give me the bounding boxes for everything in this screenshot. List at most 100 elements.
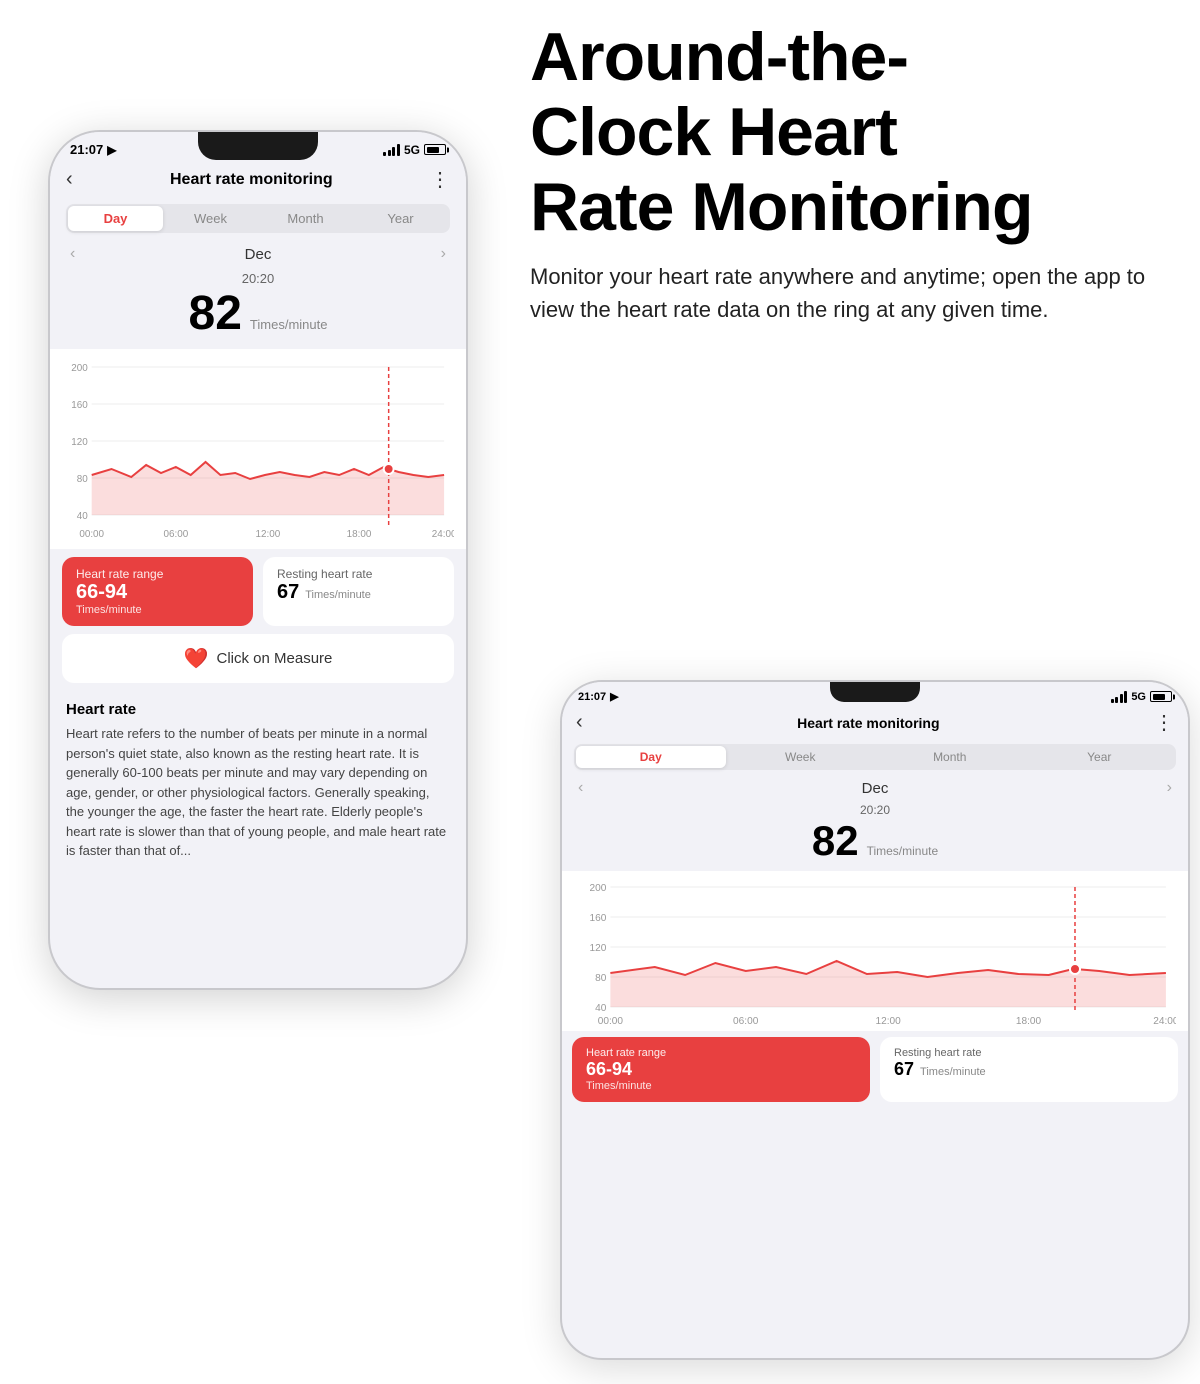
notch-left	[198, 132, 318, 160]
svg-text:120: 120	[589, 943, 606, 954]
svg-text:00:00: 00:00	[79, 529, 104, 540]
seg-year-right[interactable]: Year	[1025, 746, 1175, 768]
month-label-left: Dec	[245, 246, 272, 263]
headline-line1: Around-the-	[530, 19, 908, 95]
right-column: Around-the- Clock Heart Rate Monitoring …	[530, 20, 1170, 326]
range-value-left: 66-94	[76, 581, 239, 604]
time-location-right: 21:07 ▶	[578, 690, 619, 703]
range-value-right: 66-94	[586, 1059, 856, 1080]
seg-day-left[interactable]: Day	[68, 206, 163, 231]
stats-row-right: Heart rate range 66-94 Times/minute Rest…	[572, 1037, 1178, 1102]
time-right: 21:07	[578, 691, 606, 703]
hr-value-section-right: 20:20 82 Times/minute	[562, 800, 1188, 871]
resting-label-right: Resting heart rate	[894, 1047, 1164, 1059]
seg-month-right[interactable]: Month	[875, 746, 1025, 768]
signal-area-right: 5G	[1111, 691, 1172, 703]
seg-week-right[interactable]: Week	[726, 746, 876, 768]
range-label-right: Heart rate range	[586, 1047, 856, 1059]
seg-day-right[interactable]: Day	[576, 746, 726, 768]
phone-right: 21:07 ▶ 5G ‹ Heart rate monitoring ⋮ Day…	[560, 680, 1190, 1360]
stat-card-range-left: Heart rate range 66-94 Times/minute	[62, 557, 253, 626]
range-unit-left: Times/minute	[76, 604, 239, 616]
chart-left: 200 160 120 80 40 00:00 06:00 12:00 18:0…	[50, 349, 466, 549]
date-nav-right: ‹ Dec ›	[562, 776, 1188, 800]
svg-text:24:00: 24:00	[432, 529, 454, 540]
headline-line3: Rate Monitoring	[530, 169, 1033, 245]
phone-left: 21:07 ▶ 5G ‹ Heart rate monitoring ⋮ Day…	[48, 130, 468, 990]
svg-text:200: 200	[71, 363, 88, 374]
battery-icon-left	[424, 144, 446, 155]
headline: Around-the- Clock Heart Rate Monitoring	[530, 20, 1170, 244]
svg-text:160: 160	[71, 400, 88, 411]
chart-right: 200 160 120 80 40 00:00 06:00 12:00 18:0…	[562, 871, 1188, 1031]
resting-unit-right: Times/minute	[920, 1066, 986, 1078]
stat-card-resting-right: Resting heart rate 67 Times/minute	[880, 1037, 1178, 1102]
hr-number-right: 82	[812, 817, 859, 865]
more-button-left[interactable]: ⋮	[430, 167, 450, 192]
svg-text:40: 40	[77, 511, 88, 522]
svg-text:120: 120	[71, 437, 88, 448]
network-type-right: 5G	[1131, 691, 1146, 703]
chart-svg-left: 200 160 120 80 40 00:00 06:00 12:00 18:0…	[62, 357, 454, 547]
hr-number-left: 82	[189, 286, 242, 341]
notch-right	[830, 682, 920, 702]
signal-bars-left	[383, 144, 400, 156]
more-button-right[interactable]: ⋮	[1154, 710, 1174, 735]
svg-text:12:00: 12:00	[875, 1016, 901, 1027]
date-next-left[interactable]: ›	[441, 245, 446, 263]
range-label-left: Heart rate range	[76, 567, 239, 581]
measure-btn-text-left: Click on Measure	[217, 650, 333, 667]
hr-info-section-left: Heart rate Heart rate refers to the numb…	[50, 689, 466, 873]
hr-time-right: 20:20	[562, 803, 1188, 817]
stats-row-left: Heart rate range 66-94 Times/minute Rest…	[62, 557, 454, 626]
svg-text:40: 40	[595, 1003, 607, 1014]
resting-unit-left: Times/minute	[305, 589, 371, 601]
hr-info-text-left: Heart rate refers to the number of beats…	[66, 724, 450, 861]
nav-bar-right: ‹ Heart rate monitoring ⋮	[562, 706, 1188, 741]
hr-info-title-left: Heart rate	[66, 701, 450, 718]
heart-activity-icon-left: ❤️	[184, 646, 209, 671]
hr-big-right: 82 Times/minute	[562, 817, 1188, 865]
svg-text:24:00: 24:00	[1153, 1016, 1176, 1027]
svg-text:18:00: 18:00	[347, 529, 372, 540]
measure-button-left[interactable]: ❤️ Click on Measure	[62, 634, 454, 683]
svg-text:12:00: 12:00	[256, 529, 281, 540]
chart-svg-right: 200 160 120 80 40 00:00 06:00 12:00 18:0…	[574, 879, 1176, 1029]
range-unit-right: Times/minute	[586, 1080, 856, 1092]
date-next-right[interactable]: ›	[1167, 779, 1172, 797]
seg-week-left[interactable]: Week	[163, 206, 258, 231]
back-button-left[interactable]: ‹	[66, 168, 73, 191]
time-location-left: 21:07 ▶	[70, 142, 116, 157]
date-prev-right[interactable]: ‹	[578, 779, 583, 797]
nav-title-left: Heart rate monitoring	[170, 171, 333, 189]
hr-big-left: 82 Times/minute	[50, 286, 466, 341]
seg-year-left[interactable]: Year	[353, 206, 448, 231]
hr-unit-right: Times/minute	[867, 844, 939, 858]
date-prev-left[interactable]: ‹	[70, 245, 75, 263]
location-icon-right: ▶	[610, 690, 618, 703]
svg-text:18:00: 18:00	[1016, 1016, 1042, 1027]
headline-line2: Clock Heart	[530, 94, 897, 170]
svg-text:160: 160	[589, 913, 606, 924]
segment-control-left: Day Week Month Year	[66, 204, 450, 233]
hr-value-section-left: 20:20 82 Times/minute	[50, 267, 466, 349]
location-icon-left: ▶	[107, 143, 116, 157]
signal-bars-right	[1111, 691, 1128, 703]
signal-area-left: 5G	[383, 143, 446, 157]
nav-title-right: Heart rate monitoring	[797, 715, 939, 731]
date-nav-left: ‹ Dec ›	[50, 241, 466, 267]
seg-month-left[interactable]: Month	[258, 206, 353, 231]
back-button-right[interactable]: ‹	[576, 711, 583, 734]
svg-text:80: 80	[77, 474, 88, 485]
svg-text:80: 80	[595, 973, 607, 984]
svg-text:00:00: 00:00	[598, 1016, 624, 1027]
subtext: Monitor your heart rate anywhere and any…	[530, 260, 1170, 326]
resting-value-left: 67	[277, 581, 299, 604]
svg-text:06:00: 06:00	[733, 1016, 759, 1027]
nav-bar-left: ‹ Heart rate monitoring ⋮	[50, 161, 466, 200]
svg-text:06:00: 06:00	[163, 529, 188, 540]
resting-label-left: Resting heart rate	[277, 567, 440, 581]
network-type-left: 5G	[404, 143, 420, 157]
hr-time-left: 20:20	[50, 271, 466, 286]
svg-text:200: 200	[589, 883, 606, 894]
